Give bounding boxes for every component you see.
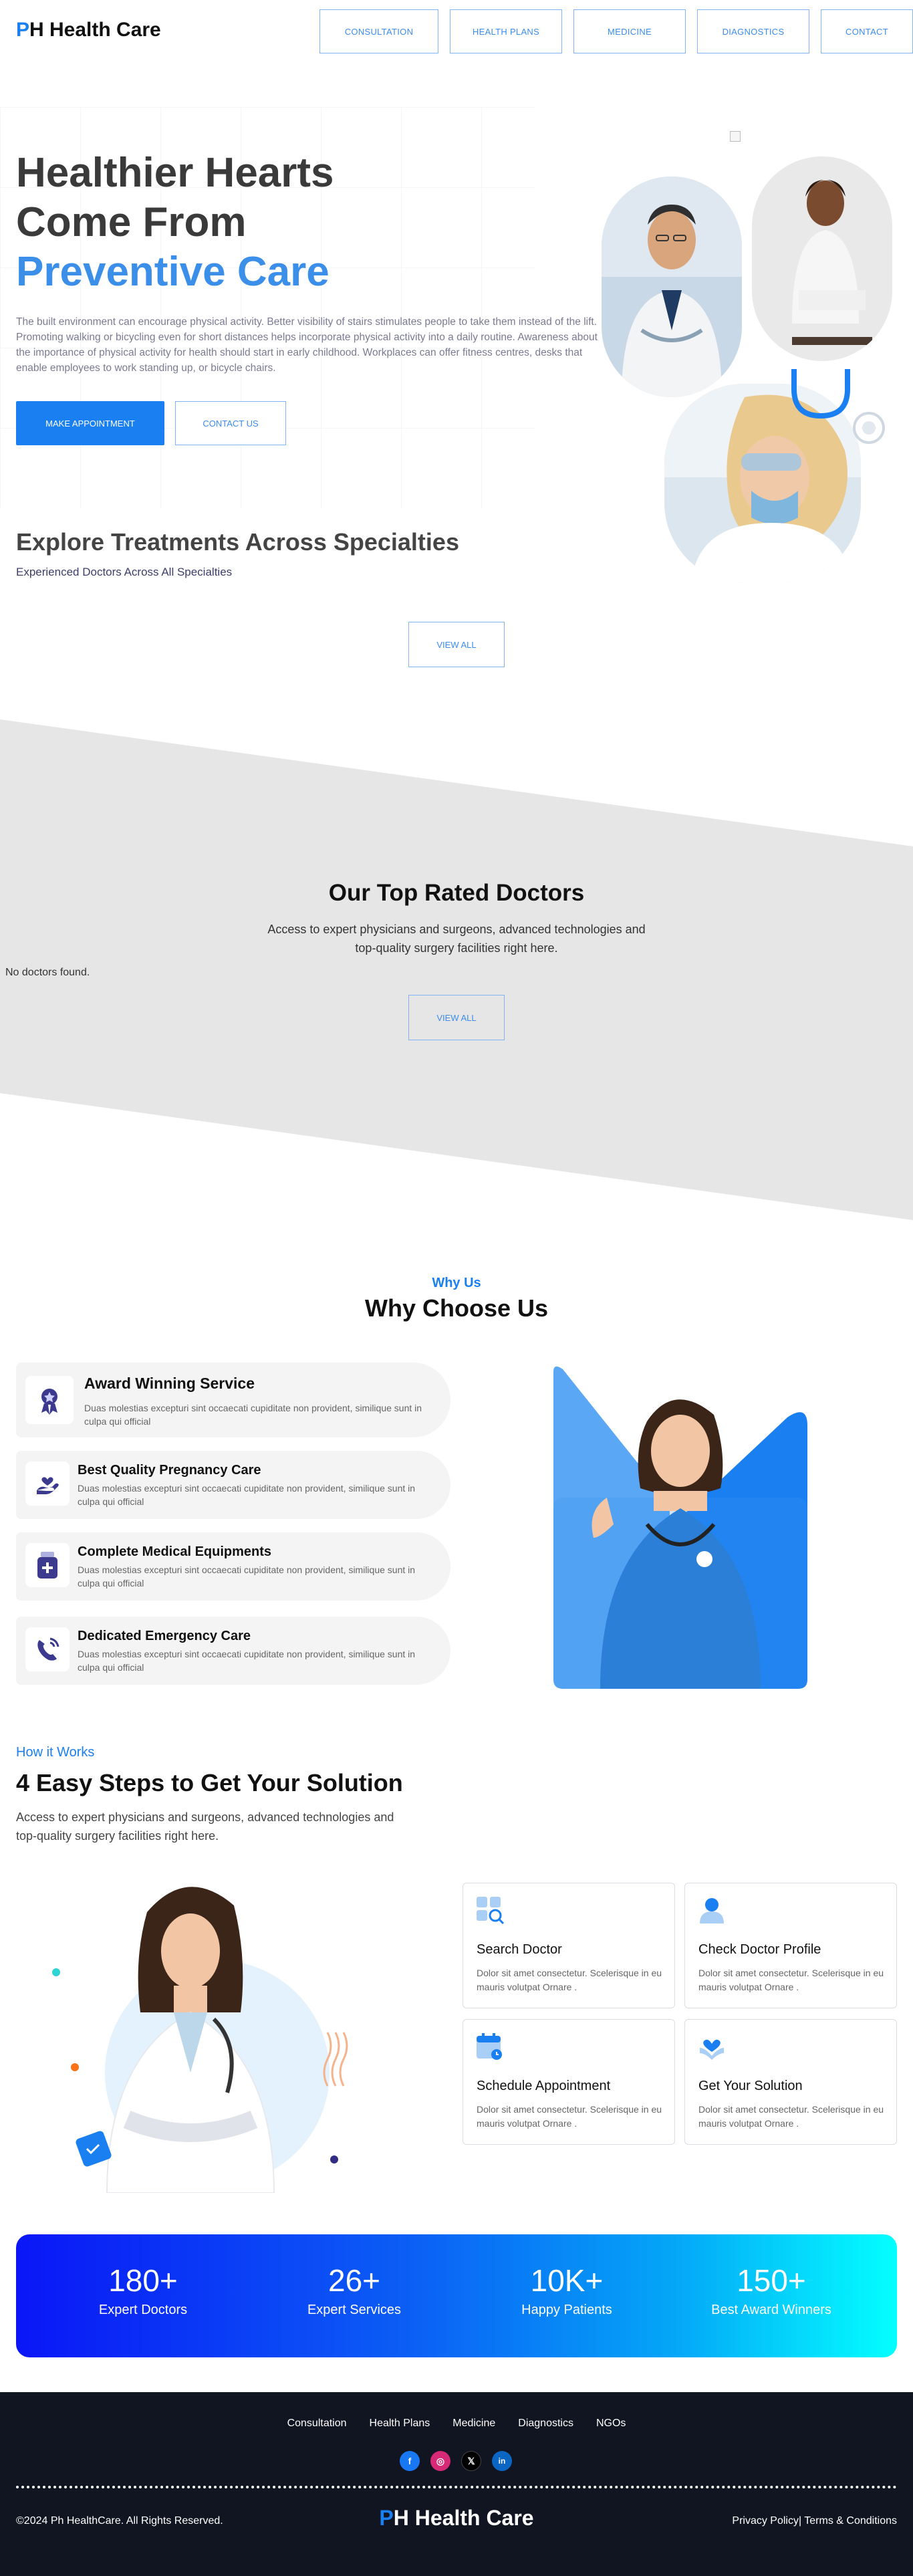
footer-link-diagnostics[interactable]: Diagnostics: [518, 2418, 573, 2430]
footer-links: Consultation Health Plans Medicine Diagn…: [0, 2418, 913, 2430]
step-text: Dolor sit amet consectetur. Scelerisque …: [477, 2104, 662, 2129]
calendar-icon: [477, 2033, 502, 2060]
step-title: Check Doctor Profile: [698, 1942, 821, 1957]
doctor-illustration: [52, 1887, 348, 2193]
search-doctor-icon: [477, 1897, 505, 1925]
feature-text: Duas molestias excepturi sint occaecati …: [78, 1649, 416, 1673]
step-text: Dolor sit amet consectetur. Scelerisque …: [698, 1968, 884, 1992]
hero-title-line-1: Healthier Hearts: [16, 150, 334, 196]
doctor-photo-male: [602, 177, 742, 397]
hero-description: The built environment can encourage phys…: [16, 316, 598, 374]
logo-text: H Health Care: [29, 19, 161, 41]
stethoscope-icon: [791, 369, 885, 444]
medicine-bottle-icon: [25, 1543, 70, 1587]
heart-hand-icon: [700, 2039, 724, 2060]
logo-accent-letter: P: [379, 2506, 394, 2530]
feature-card: Best Quality Pregnancy Care Duas molesti…: [16, 1451, 450, 1519]
explore-view-all-button[interactable]: VIEW ALL: [408, 622, 505, 667]
step-title: Search Doctor: [477, 1942, 562, 1957]
feature-title: Complete Medical Equipments: [78, 1544, 272, 1559]
emergency-phone-icon: [25, 1627, 70, 1671]
hero-title: Healthier Hearts Come From Preventive Ca…: [16, 148, 334, 297]
feature-title: Best Quality Pregnancy Care: [78, 1463, 261, 1478]
footer-legal-links[interactable]: Privacy Policy| Terms & Conditions: [732, 2515, 897, 2527]
stat-value: 150+: [737, 2263, 806, 2298]
nav-health-plans[interactable]: HEALTH PLANS: [450, 9, 562, 53]
instagram-icon[interactable]: ◎: [430, 2451, 450, 2471]
feature-title: Award Winning Service: [84, 1375, 255, 1392]
doctor-profile-icon: [700, 1898, 724, 1923]
why-eyebrow: Why Us: [432, 1276, 481, 1290]
doctors-view-all-button[interactable]: VIEW ALL: [408, 995, 505, 1040]
broken-image-icon: [730, 131, 741, 142]
linkedin-icon[interactable]: in: [492, 2451, 512, 2471]
site-logo[interactable]: PH Health Care: [16, 19, 161, 41]
social-links: f ◎ 𝕏 in: [400, 2451, 512, 2471]
footer-link-consultation[interactable]: Consultation: [287, 2418, 347, 2430]
stat-award-winners: 150+ Best Award Winners: [664, 2262, 878, 2318]
step-text: Dolor sit amet consectetur. Scelerisque …: [698, 2104, 884, 2129]
doctor-photo-female-seated: [752, 156, 892, 361]
how-title: 4 Easy Steps to Get Your Solution: [16, 1769, 403, 1796]
nurse-illustration: [553, 1366, 807, 1689]
main-nav: CONSULTATION HEALTH PLANS MEDICINE DIAGN…: [319, 9, 913, 53]
footer-link-medicine[interactable]: Medicine: [452, 2418, 495, 2430]
make-appointment-button[interactable]: MAKE APPOINTMENT: [16, 401, 164, 445]
how-eyebrow: How it Works: [16, 1745, 95, 1760]
award-icon: [25, 1376, 74, 1424]
nav-contact[interactable]: CONTACT: [821, 9, 913, 53]
logo-text: H Health Care: [393, 2506, 534, 2530]
stat-label: Expert Services: [307, 2303, 402, 2317]
stat-label: Best Award Winners: [711, 2303, 831, 2317]
why-title: Why Choose Us: [364, 1294, 549, 1322]
feature-text: Duas molestias excepturi sint occaecati …: [78, 1564, 416, 1589]
top-doctors-title: Our Top Rated Doctors: [328, 880, 585, 906]
stat-expert-doctors: 180+ Expert Doctors: [36, 2262, 250, 2318]
stat-label: Expert Doctors: [98, 2303, 188, 2317]
feature-text: Duas molestias excepturi sint occaecati …: [78, 1483, 416, 1507]
feature-card: Dedicated Emergency Care Duas molestias …: [16, 1617, 450, 1685]
stat-value: 10K+: [530, 2263, 604, 2298]
stat-value: 180+: [108, 2263, 178, 2298]
footer-link-health-plans[interactable]: Health Plans: [370, 2418, 430, 2430]
footer-link-ngos[interactable]: NGOs: [596, 2418, 626, 2430]
pregnancy-care-icon: [25, 1461, 70, 1506]
no-doctors-message: No doctors found.: [5, 967, 90, 978]
nav-diagnostics[interactable]: DIAGNOSTICS: [697, 9, 809, 53]
feature-card: Award Winning Service Duas molestias exc…: [16, 1363, 450, 1437]
step-title: Get Your Solution: [698, 2079, 803, 2093]
hero-title-line-3: Preventive Care: [16, 249, 330, 295]
stat-expert-services: 26+ Expert Services: [247, 2262, 461, 2318]
footer-divider: [16, 2486, 897, 2488]
step-card[interactable]: Get Your Solution Dolor sit amet consect…: [684, 2019, 897, 2145]
logo-accent-letter: P: [16, 19, 30, 41]
hero-title-line-2: Come From: [16, 199, 247, 245]
nav-medicine[interactable]: MEDICINE: [573, 9, 686, 53]
stat-value: 26+: [328, 2263, 381, 2298]
explore-title: Explore Treatments Across Specialties: [16, 528, 459, 556]
step-title: Schedule Appointment: [477, 2079, 611, 2093]
step-card[interactable]: Check Doctor Profile Dolor sit amet cons…: [684, 1883, 897, 2008]
step-card[interactable]: Schedule Appointment Dolor sit amet cons…: [463, 2019, 675, 2145]
stat-happy-patients: 10K+ Happy Patients: [460, 2262, 674, 2318]
explore-subtitle: Experienced Doctors Across All Specialti…: [16, 566, 233, 578]
site-footer: Consultation Health Plans Medicine Diagn…: [0, 2392, 913, 2576]
doctors-band-background: [0, 719, 913, 1220]
step-card[interactable]: Search Doctor Dolor sit amet consectetur…: [463, 1883, 675, 2008]
feature-card: Complete Medical Equipments Duas molesti…: [16, 1532, 450, 1601]
nav-consultation[interactable]: CONSULTATION: [319, 9, 438, 53]
how-description: Access to expert physicians and surgeons…: [16, 1810, 394, 1843]
stat-label: Happy Patients: [521, 2303, 612, 2317]
step-text: Dolor sit amet consectetur. Scelerisque …: [477, 1968, 662, 1992]
feature-text: Duas molestias excepturi sint occaecati …: [84, 1403, 422, 1427]
feature-title: Dedicated Emergency Care: [78, 1629, 251, 1643]
top-doctors-description: Access to expert physicians and surgeons…: [267, 923, 646, 955]
x-icon[interactable]: 𝕏: [461, 2451, 481, 2471]
stats-banner: 180+ Expert Doctors 26+ Expert Services …: [16, 2234, 897, 2357]
facebook-icon[interactable]: f: [400, 2451, 420, 2471]
contact-us-button[interactable]: CONTACT US: [175, 401, 286, 445]
